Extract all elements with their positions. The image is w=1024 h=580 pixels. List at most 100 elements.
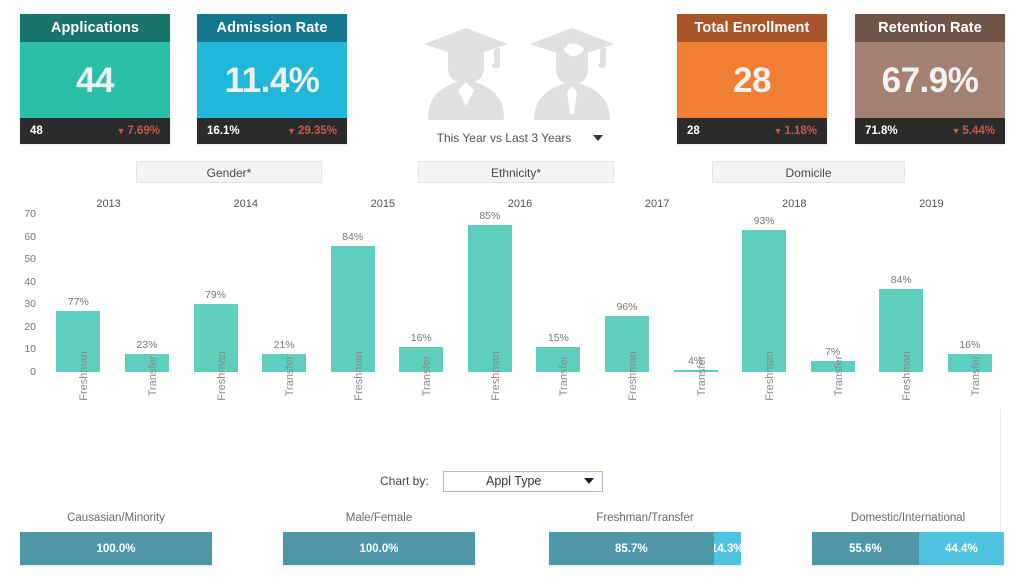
chart-bar-value-label: 16% — [959, 338, 981, 351]
chart-bar[interactable] — [467, 225, 512, 372]
chart-bar-group: 4% Transfer — [673, 214, 718, 396]
y-axis-tick: 10 — [24, 343, 36, 356]
arrow-down-icon: ▼ — [773, 126, 783, 136]
kpi-title: Applications — [20, 14, 170, 42]
y-axis-tick: 70 — [24, 208, 36, 220]
chart-bar-value-label: 15% — [547, 332, 569, 345]
stacked-bar-domestic-international[interactable]: Domestic/International 55.6% 44.4% — [812, 512, 1004, 565]
dimension-tabs: Gender* Ethnicity* Domicile — [0, 161, 1024, 183]
kpi-previous-value: 28 — [687, 125, 700, 137]
y-axis-tick: 20 — [24, 320, 36, 333]
kpi-delta-value: 5.44% — [962, 125, 995, 137]
kpi-delta-value: 29.35% — [297, 125, 337, 137]
kpi-card-retention-rate[interactable]: Retention Rate 67.9% 71.8% ▼ 5.44% — [855, 14, 1005, 144]
kpi-delta-value: 7.69% — [127, 125, 160, 137]
chart-category-label: Freshman — [626, 351, 639, 401]
kpi-card-admission-rate[interactable]: Admission Rate 11.4% 16.1% ▼ 29.35% — [197, 14, 347, 144]
chart-bar-value-label: 93% — [753, 214, 775, 227]
kpi-previous-value: 71.8% — [865, 125, 898, 137]
chart-bar-value-label: 77% — [67, 296, 89, 309]
kpi-title: Total Enrollment — [677, 14, 827, 42]
stacked-bar-track: 100.0% — [20, 532, 212, 565]
kpi-body: 67.9% — [855, 42, 1005, 118]
stacked-bar-segment[interactable]: 44.4% — [918, 532, 1004, 565]
stacked-bar-freshman-transfer[interactable]: Freshman/Transfer 85.7%14.3% — [549, 512, 741, 565]
kpi-delta-value: 1.18% — [784, 125, 817, 137]
kpi-card-total-enrollment[interactable]: Total Enrollment 28 28 ▼ 1.18% — [677, 14, 827, 144]
chart-bar-group: 16% Transfer — [399, 214, 444, 396]
tab-ethnicity[interactable]: Ethnicity* — [418, 161, 614, 183]
chart-bar-group: 7% Transfer — [810, 214, 855, 396]
chart-category-label: Freshman — [489, 351, 502, 401]
stacked-bar-track: 100.0% — [283, 532, 475, 565]
chart-bar-value-label: 96% — [616, 300, 638, 313]
arrow-down-icon: ▼ — [116, 126, 126, 136]
kpi-value: 11.4% — [224, 60, 320, 100]
graduate-icons — [414, 12, 624, 120]
kpi-card-applications[interactable]: Applications 44 48 ▼ 7.69% — [20, 14, 170, 144]
y-axis-tick: 60 — [24, 230, 36, 243]
kpi-body: 11.4% — [197, 42, 347, 118]
chart-bar-group: 84% Freshman — [330, 214, 375, 401]
y-axis-tick: 40 — [24, 275, 36, 288]
kpi-previous-value: 16.1% — [207, 125, 240, 137]
chart-category-label: Transfer — [832, 355, 845, 397]
chart-category-label: Transfer — [558, 355, 571, 397]
kpi-title: Retention Rate — [855, 14, 1005, 42]
chart-bar-value-label: 23% — [136, 338, 158, 351]
chart-group-label: 2019 — [919, 198, 944, 210]
stacked-bar-segment[interactable]: 100.0% — [20, 532, 212, 565]
chart-category-label: Transfer — [421, 355, 434, 397]
kpi-title: Admission Rate — [197, 14, 347, 42]
tab-gender[interactable]: Gender* — [136, 161, 322, 183]
kpi-delta: ▼ 1.18% — [773, 125, 817, 137]
chart-y-axis: 0 10 20 30 40 50 60 70 — [0, 208, 36, 378]
y-axis-tick: 0 — [30, 366, 36, 378]
chart-bar-group: 15% Transfer — [536, 214, 581, 396]
chart-category-label: Freshman — [78, 351, 91, 401]
chart-bar-value-label: 84% — [342, 230, 364, 243]
chart-group-label: 2017 — [644, 198, 670, 210]
stacked-bar-track: 85.7%14.3% — [549, 532, 741, 565]
chart-bar-value-label: 84% — [890, 273, 912, 286]
chart-by-select[interactable]: Appl Type — [442, 470, 603, 492]
stacked-bar-segment[interactable]: 55.6% — [812, 532, 919, 565]
kpi-value: 67.9% — [881, 60, 979, 100]
stacked-bar-segment[interactable]: 100.0% — [283, 532, 475, 565]
kpi-footer: 28 ▼ 1.18% — [677, 118, 827, 144]
period-filter-dropdown[interactable]: This Year vs Last 3 Years — [414, 128, 626, 148]
chart-group-label: 2015 — [370, 198, 396, 210]
tab-domicile[interactable]: Domicile — [712, 161, 905, 183]
kpi-body: 28 — [677, 42, 827, 118]
kpi-footer: 71.8% ▼ 5.44% — [855, 118, 1005, 144]
stacked-bar-causasian-minority[interactable]: Causasian/Minority 100.0% — [20, 512, 212, 565]
chart-category-label: Transfer — [284, 355, 297, 397]
kpi-value: 28 — [733, 60, 771, 100]
kpi-footer: 48 ▼ 7.69% — [20, 118, 170, 144]
y-axis-tick: 50 — [24, 253, 36, 266]
y-axis-tick: 30 — [24, 298, 36, 311]
chevron-down-icon — [593, 135, 604, 141]
kpi-delta: ▼ 29.35% — [287, 125, 337, 137]
chart-bar-value-label: 16% — [410, 332, 432, 345]
chart-category-label: Transfer — [969, 355, 982, 397]
chart-group-label: 2016 — [507, 198, 533, 210]
male-graduate-icon — [530, 28, 614, 120]
chart-category-label: Freshman — [215, 351, 228, 401]
chart-by-value: Appl Type — [486, 474, 542, 488]
chart-category-label: Transfer — [695, 355, 708, 397]
chart-category-label: Transfer — [146, 355, 159, 397]
chart-bar-group: 85% Freshman — [467, 210, 512, 401]
chart-bar-value-label: 21% — [273, 338, 295, 351]
chart-category-label: Freshman — [764, 351, 777, 401]
stacked-bar-segment[interactable]: 14.3% — [713, 532, 741, 565]
chart-group-label: 2014 — [233, 198, 258, 210]
female-graduate-icon — [424, 28, 508, 120]
chart-by-label: Chart by: — [380, 474, 429, 488]
stacked-bar-male-female[interactable]: Male/Female 100.0% — [283, 512, 475, 565]
period-filter-label: This Year vs Last 3 Years — [436, 131, 572, 145]
chevron-down-icon — [583, 478, 594, 484]
stacked-bar-segment[interactable]: 85.7% — [549, 532, 714, 565]
chart-bar-group: 21% Transfer — [262, 214, 307, 396]
kpi-delta: ▼ 5.44% — [951, 125, 995, 137]
